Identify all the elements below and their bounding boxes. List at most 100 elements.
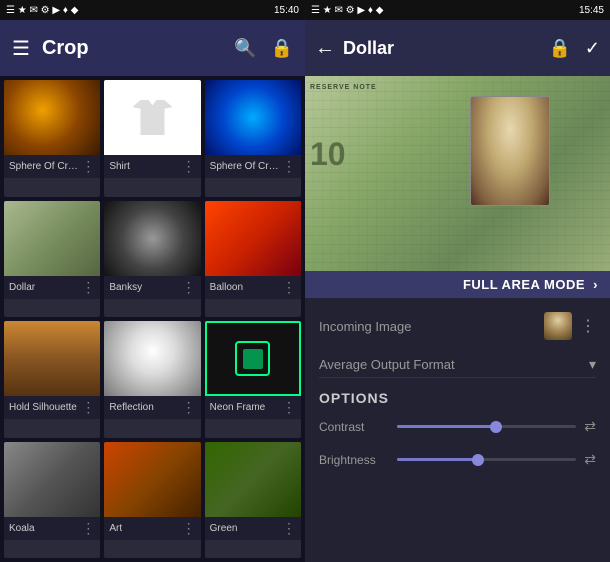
list-item[interactable]: Koala ⋮ xyxy=(4,442,100,559)
list-item[interactable]: Art ⋮ xyxy=(104,442,200,559)
options-header: OPTIONS xyxy=(319,390,596,406)
right-status-time: 15:45 xyxy=(579,5,604,16)
list-item[interactable]: Sphere Of Crystal ⋮ xyxy=(4,80,100,197)
contrast-swap-icon[interactable]: ⇄ xyxy=(584,418,596,435)
item-image xyxy=(104,442,200,517)
left-panel: ☰ Crop 🔍 🔒 Sphere Of Crystal ⋮ xyxy=(0,20,305,562)
item-image xyxy=(104,321,200,396)
full-area-mode-banner[interactable]: FULL AREA MODE › xyxy=(305,271,610,298)
dollar-denomination: 10 xyxy=(310,136,346,173)
item-label-row: Sphere Of Crystal 3 ⋮ xyxy=(205,155,301,178)
contrast-thumb[interactable] xyxy=(490,421,502,433)
list-item[interactable]: Neon Frame ⋮ xyxy=(205,321,301,438)
brightness-slider[interactable] xyxy=(397,458,576,461)
search-icon[interactable]: 🔍 xyxy=(234,38,256,59)
right-panel-title: Dollar xyxy=(343,38,540,59)
list-item[interactable]: Reflection ⋮ xyxy=(104,321,200,438)
right-lock-icon[interactable]: 🔒 xyxy=(548,38,570,59)
list-item[interactable]: Dollar ⋮ xyxy=(4,201,100,318)
left-status-time: 15:40 xyxy=(274,5,299,16)
item-menu-dots[interactable]: ⋮ xyxy=(282,399,296,416)
format-label: Average Output Format xyxy=(319,357,455,372)
list-item[interactable]: Balloon ⋮ xyxy=(205,201,301,318)
format-row[interactable]: Average Output Format ▾ xyxy=(319,352,596,378)
list-item[interactable]: Banksy ⋮ xyxy=(104,201,200,318)
item-image xyxy=(205,201,301,276)
item-label-row: Banksy ⋮ xyxy=(104,276,200,299)
item-label: Dollar xyxy=(9,282,79,293)
item-label: Sphere Of Crystal xyxy=(9,161,79,172)
contrast-fill xyxy=(397,425,496,428)
item-menu-dots[interactable]: ⋮ xyxy=(182,279,196,296)
item-label: Shirt xyxy=(109,161,179,172)
full-area-mode-chevron: › xyxy=(593,277,598,292)
brightness-swap-icon[interactable]: ⇄ xyxy=(584,451,596,468)
left-status-icons: ☰ ★ ✉ ⚙ ▶ ♦ ◆ xyxy=(6,5,78,16)
item-label: Art xyxy=(109,523,179,534)
item-label: Reflection xyxy=(109,402,179,413)
item-label-row: Shirt ⋮ xyxy=(104,155,200,178)
incoming-image-row: Incoming Image ⋮ xyxy=(319,308,596,344)
item-label: Neon Frame xyxy=(210,402,280,413)
item-menu-dots[interactable]: ⋮ xyxy=(182,399,196,416)
format-chevron-icon: ▾ xyxy=(589,356,596,373)
brightness-thumb[interactable] xyxy=(472,454,484,466)
hamburger-icon[interactable]: ☰ xyxy=(12,36,30,61)
right-status-icons: ☰ ★ ✉ ⚙ ▶ ♦ ◆ xyxy=(311,5,383,16)
list-item[interactable]: Green ⋮ xyxy=(205,442,301,559)
item-menu-dots[interactable]: ⋮ xyxy=(81,520,95,537)
item-image xyxy=(4,321,100,396)
contrast-label: Contrast xyxy=(319,420,389,434)
brightness-row: Brightness ⇄ xyxy=(319,447,596,472)
item-menu-dots[interactable]: ⋮ xyxy=(81,279,95,296)
left-header-icons: 🔍 🔒 xyxy=(234,38,293,59)
item-image xyxy=(205,321,301,396)
item-label-row: Hold Silhouette ⋮ xyxy=(4,396,100,419)
neon-inner xyxy=(243,349,263,369)
brightness-fill xyxy=(397,458,478,461)
right-panel: ← Dollar 🔒 ✓ RESERVE NOTE 10 FULL AREA M… xyxy=(305,20,610,562)
item-label-row: Green ⋮ xyxy=(205,517,301,540)
item-image xyxy=(4,80,100,155)
item-menu-dots[interactable]: ⋮ xyxy=(282,158,296,175)
shirt-shape xyxy=(132,100,172,135)
item-label-row: Balloon ⋮ xyxy=(205,276,301,299)
app-container: ☰ ★ ✉ ⚙ ▶ ♦ ◆ 15:40 ☰ ★ ✉ ⚙ ▶ ♦ ◆ 15:45 … xyxy=(0,0,610,542)
item-image xyxy=(4,201,100,276)
left-status-bar: ☰ ★ ✉ ⚙ ▶ ♦ ◆ 15:40 xyxy=(0,0,305,20)
item-label: Balloon xyxy=(210,282,280,293)
item-label-row: Neon Frame ⋮ xyxy=(205,396,301,419)
item-menu-dots[interactable]: ⋮ xyxy=(282,520,296,537)
dollar-portrait-inner xyxy=(471,97,549,205)
image-grid: Sphere Of Crystal ⋮ Shirt ⋮ xyxy=(0,76,305,562)
item-image xyxy=(104,80,200,155)
item-menu-dots[interactable]: ⋮ xyxy=(81,399,95,416)
incoming-menu-dots[interactable]: ⋮ xyxy=(580,316,596,336)
item-image xyxy=(205,442,301,517)
item-menu-dots[interactable]: ⋮ xyxy=(182,158,196,175)
right-header-icons: 🔒 ✓ xyxy=(548,38,600,59)
item-label-row: Dollar ⋮ xyxy=(4,276,100,299)
item-label: Hold Silhouette xyxy=(9,402,79,413)
dollar-overlay xyxy=(305,76,610,271)
back-button[interactable]: ← xyxy=(315,37,335,60)
item-image xyxy=(205,80,301,155)
dollar-reserve-text: RESERVE NOTE xyxy=(310,84,377,91)
list-item[interactable]: Sphere Of Crystal 3 ⋮ xyxy=(205,80,301,197)
item-image xyxy=(104,201,200,276)
item-label: Banksy xyxy=(109,282,179,293)
item-menu-dots[interactable]: ⋮ xyxy=(81,158,95,175)
item-label-row: Sphere Of Crystal ⋮ xyxy=(4,155,100,178)
contrast-row: Contrast ⇄ xyxy=(319,414,596,439)
lock-icon[interactable]: 🔒 xyxy=(271,38,293,59)
item-menu-dots[interactable]: ⋮ xyxy=(182,520,196,537)
full-area-mode-label: FULL AREA MODE xyxy=(463,277,585,292)
list-item[interactable]: Hold Silhouette ⋮ xyxy=(4,321,100,438)
contrast-slider[interactable] xyxy=(397,425,576,428)
item-label: Koala xyxy=(9,523,79,534)
neon-frame-shape xyxy=(235,341,270,376)
check-icon[interactable]: ✓ xyxy=(585,38,600,59)
list-item[interactable]: Shirt ⋮ xyxy=(104,80,200,197)
item-menu-dots[interactable]: ⋮ xyxy=(282,279,296,296)
panels-row: ☰ Crop 🔍 🔒 Sphere Of Crystal ⋮ xyxy=(0,20,610,562)
